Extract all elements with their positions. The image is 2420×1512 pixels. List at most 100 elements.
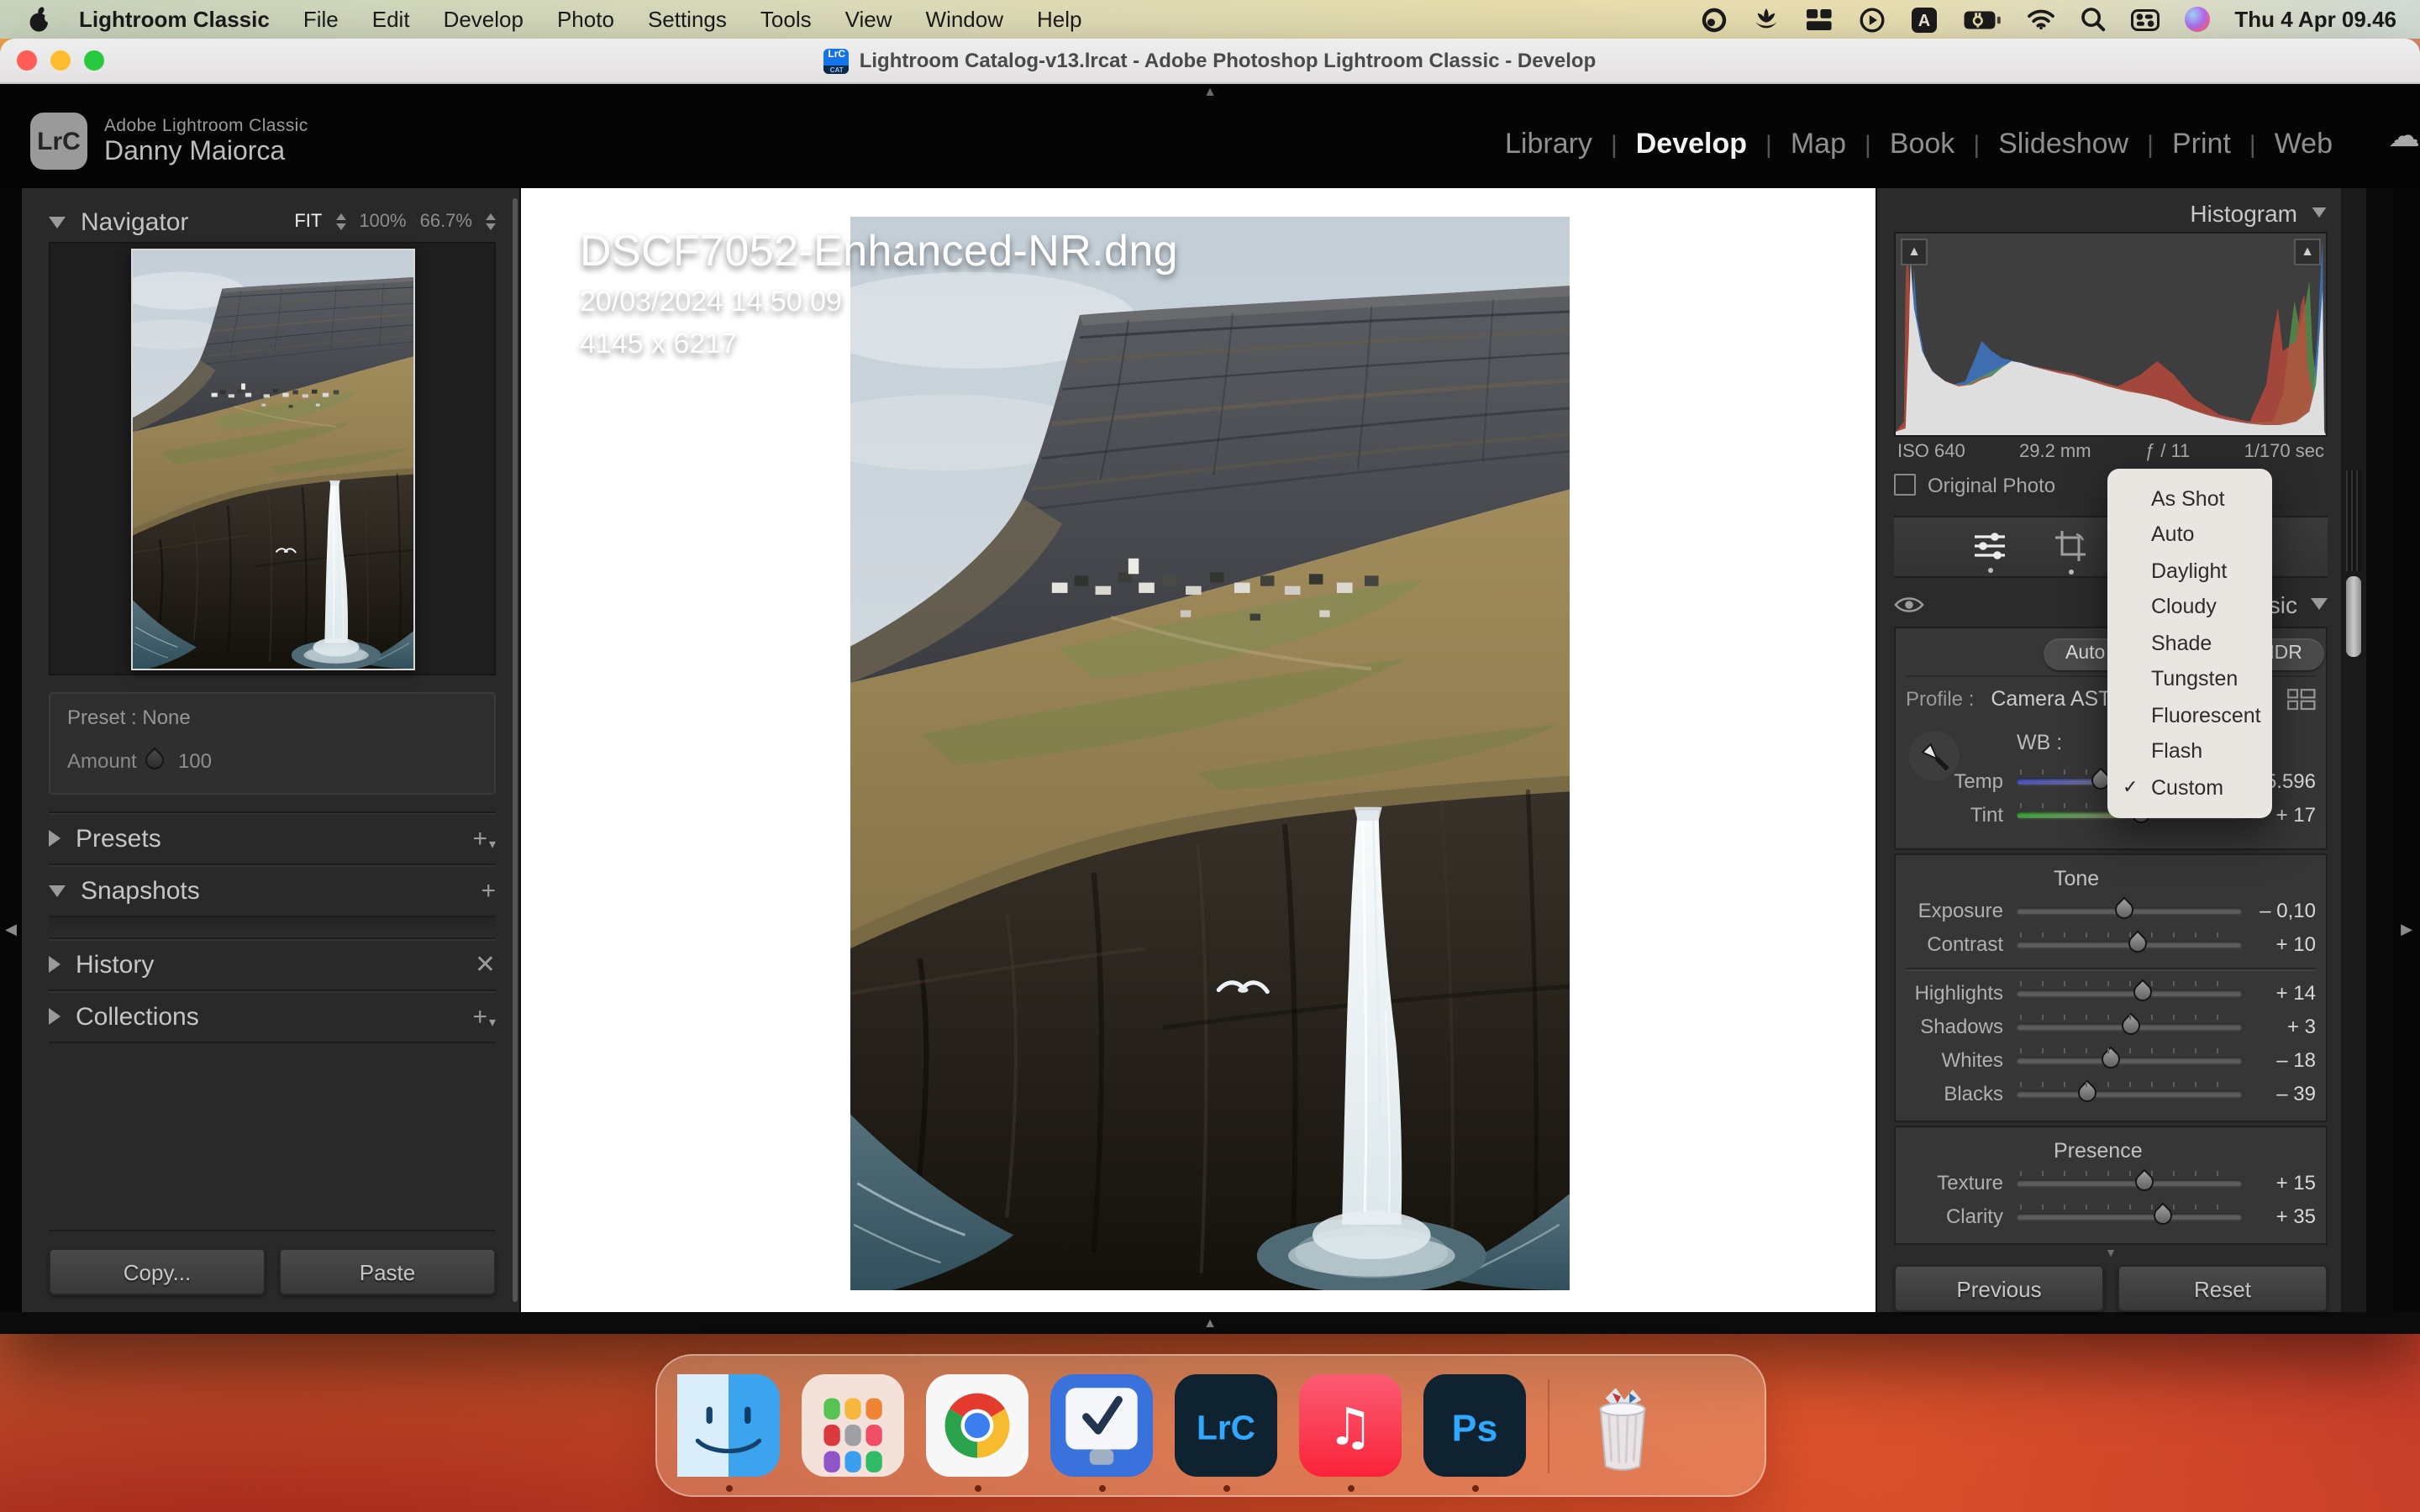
menu-window[interactable]: Window bbox=[909, 7, 1021, 32]
spotlight-icon[interactable] bbox=[2080, 7, 2105, 32]
blacks-slider-thumb[interactable] bbox=[2074, 1080, 2100, 1106]
navigator-fit-button[interactable]: FIT bbox=[294, 212, 322, 232]
dock-chrome-icon[interactable] bbox=[926, 1374, 1028, 1477]
module-web[interactable]: Web bbox=[2256, 128, 2351, 161]
dock-photoshop-icon[interactable]: Ps bbox=[1423, 1374, 1526, 1477]
wb-option-flash[interactable]: Flash bbox=[2107, 733, 2272, 769]
contrast-slider-track[interactable] bbox=[2017, 941, 2242, 948]
wifi-icon[interactable] bbox=[2026, 8, 2054, 30]
whites-slider-track[interactable] bbox=[2017, 1057, 2242, 1063]
panel-section-collections[interactable]: Collections+▾ bbox=[49, 990, 496, 1043]
panel-section-history[interactable]: History✕ bbox=[49, 937, 496, 990]
fit-spinner-icon[interactable] bbox=[335, 213, 345, 230]
clarity-slider-thumb[interactable] bbox=[2150, 1203, 2176, 1229]
right-panel-scrollbar-thumb[interactable] bbox=[2346, 576, 2361, 657]
shadow-clipping-indicator[interactable]: ▲ bbox=[1901, 238, 1928, 265]
menu-settings[interactable]: Settings bbox=[631, 7, 744, 32]
module-book[interactable]: Book bbox=[1871, 128, 1974, 161]
module-print[interactable]: Print bbox=[2154, 128, 2249, 161]
histogram-box[interactable]: ▲ ▲ bbox=[1894, 231, 2328, 436]
filmstrip-collapse-strip[interactable]: ▲ bbox=[0, 1312, 2420, 1334]
menu-tools[interactable]: Tools bbox=[744, 7, 829, 32]
plus-icon[interactable]: +▾ bbox=[472, 824, 496, 853]
play-circle-icon[interactable] bbox=[1858, 6, 1885, 33]
highlight-clipping-indicator[interactable]: ▲ bbox=[2294, 238, 2321, 265]
menu-edit[interactable]: Edit bbox=[355, 7, 427, 32]
plus-icon[interactable]: + bbox=[481, 876, 496, 905]
loom-icon[interactable] bbox=[1700, 6, 1727, 33]
navigator-zoom-100[interactable]: 100% bbox=[359, 212, 406, 232]
module-map[interactable]: Map bbox=[1772, 128, 1865, 161]
navigator-thumbnail-image[interactable] bbox=[130, 248, 414, 669]
menu-file[interactable]: File bbox=[287, 7, 355, 32]
crop-tool[interactable] bbox=[2054, 529, 2087, 563]
wb-option-cloudy[interactable]: Cloudy bbox=[2107, 589, 2272, 625]
module-slideshow[interactable]: Slideshow bbox=[1980, 128, 2147, 161]
menu-app-name[interactable]: Lightroom Classic bbox=[62, 7, 287, 32]
texture-slider-thumb[interactable] bbox=[2132, 1169, 2158, 1195]
window-title-bar[interactable]: LrC CAT Lightroom Catalog-v13.lrcat - Ad… bbox=[0, 39, 2420, 84]
module-library[interactable]: Library bbox=[1486, 128, 1611, 161]
right-collapse-arrow-icon[interactable]: ▶ bbox=[2401, 921, 2412, 939]
disclosure-triangle-icon[interactable] bbox=[49, 830, 60, 847]
panel-switch-eye-icon[interactable] bbox=[1894, 594, 1924, 614]
contrast-slider-thumb[interactable] bbox=[2125, 931, 2151, 957]
lotus-icon[interactable] bbox=[1752, 7, 1779, 32]
menu-develop[interactable]: Develop bbox=[427, 7, 540, 32]
left-panel-scrollbar[interactable] bbox=[513, 198, 518, 1302]
clarity-slider-track[interactable] bbox=[2017, 1213, 2242, 1220]
disclosure-triangle-icon[interactable] bbox=[2311, 598, 2328, 610]
letter-a-badge-icon[interactable]: A bbox=[1910, 6, 1937, 33]
main-photo[interactable] bbox=[850, 217, 1570, 1290]
cloud-sync-icon[interactable]: ☁ bbox=[2388, 117, 2420, 155]
wb-option-fluorescent[interactable]: Fluorescent bbox=[2107, 697, 2272, 733]
whites-slider-thumb[interactable] bbox=[2098, 1047, 2124, 1073]
highlights-slider-thumb[interactable] bbox=[2130, 979, 2156, 1005]
dock-trash-icon[interactable] bbox=[1571, 1374, 1674, 1477]
reset-button[interactable]: Reset bbox=[2118, 1265, 2328, 1312]
shadows-slider-thumb[interactable] bbox=[2118, 1013, 2144, 1039]
navigator-header[interactable]: Navigator FIT 100% 66.7% bbox=[49, 202, 496, 242]
profile-browser-icon[interactable] bbox=[2287, 688, 2316, 710]
wb-option-shade[interactable]: Shade bbox=[2107, 625, 2272, 661]
dock-lightroom-classic-icon[interactable]: LrC bbox=[1175, 1374, 1277, 1477]
wb-option-custom[interactable]: ✓Custom bbox=[2107, 769, 2272, 806]
stacks-icon[interactable] bbox=[1804, 7, 1833, 32]
disclosure-triangle-icon[interactable] bbox=[49, 216, 66, 228]
menu-view[interactable]: View bbox=[829, 7, 909, 32]
disclosure-triangle-icon[interactable] bbox=[49, 1008, 60, 1025]
disclosure-triangle-icon[interactable] bbox=[49, 885, 66, 896]
wb-eyedropper-icon[interactable] bbox=[1909, 731, 1960, 781]
wb-option-auto[interactable]: Auto bbox=[2107, 517, 2272, 553]
paste-button[interactable]: Paste bbox=[279, 1248, 496, 1295]
siri-icon[interactable] bbox=[2184, 7, 2209, 32]
battery-icon[interactable] bbox=[1962, 9, 2001, 29]
shadows-slider-track[interactable] bbox=[2017, 1023, 2242, 1030]
module-develop[interactable]: Develop bbox=[1618, 128, 1765, 161]
disclosure-triangle-icon[interactable] bbox=[2312, 208, 2327, 218]
zoom-spinner-icon[interactable] bbox=[486, 213, 496, 230]
control-center-icon[interactable] bbox=[2130, 8, 2159, 31]
dock-music-icon[interactable]: ♫ bbox=[1299, 1374, 1402, 1477]
dock-finder-icon[interactable] bbox=[677, 1374, 780, 1477]
left-panel-collapse-strip[interactable]: ◀ bbox=[0, 188, 22, 1312]
top-panel-collapse-arrow[interactable]: ▲ bbox=[1203, 86, 1217, 99]
close-icon[interactable]: ✕ bbox=[475, 949, 496, 979]
wb-option-as-shot[interactable]: As Shot bbox=[2107, 480, 2272, 517]
panel-section-presets[interactable]: Presets+▾ bbox=[49, 811, 496, 864]
menu-help[interactable]: Help bbox=[1020, 7, 1099, 32]
plus-icon[interactable]: +▾ bbox=[472, 1002, 496, 1031]
navigator-preview[interactable] bbox=[49, 242, 496, 675]
exposure-slider-track[interactable] bbox=[2017, 907, 2242, 914]
panel-section-snapshots[interactable]: Snapshots+ bbox=[49, 864, 496, 916]
menu-photo[interactable]: Photo bbox=[540, 7, 631, 32]
apple-menu-icon[interactable] bbox=[27, 5, 52, 34]
previous-button[interactable]: Previous bbox=[1894, 1265, 2104, 1312]
navigator-zoom-custom[interactable]: 66.7% bbox=[420, 212, 472, 232]
exposure-slider-thumb[interactable] bbox=[2112, 897, 2138, 923]
menu-clock[interactable]: Thu 4 Apr 09.46 bbox=[2234, 7, 2396, 32]
texture-slider-track[interactable] bbox=[2017, 1179, 2242, 1186]
copy-button[interactable]: Copy... bbox=[49, 1248, 266, 1295]
right-panel-collapse-strip[interactable]: ▶ bbox=[2393, 188, 2420, 1312]
original-photo-checkbox[interactable] bbox=[1894, 475, 1916, 496]
